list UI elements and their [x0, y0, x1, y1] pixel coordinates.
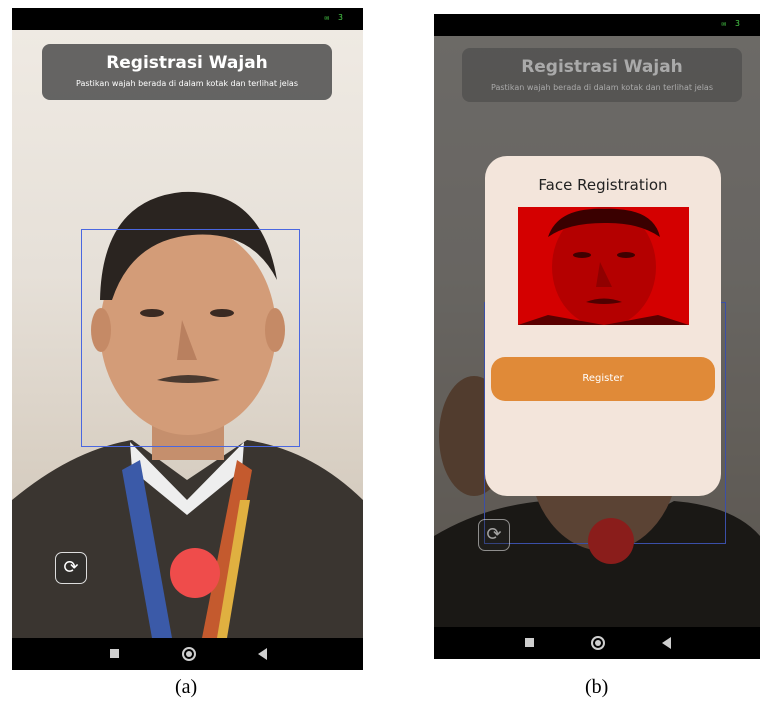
nav-bar: [12, 638, 363, 670]
home-icon[interactable]: [181, 647, 196, 661]
caption-a: (a): [175, 676, 198, 698]
switch-camera-icon: ⟳: [486, 524, 502, 545]
back-icon[interactable]: [662, 637, 672, 649]
header-box: Registrasi Wajah Pastikan wajah berada d…: [462, 48, 742, 102]
home-icon[interactable]: [591, 636, 605, 650]
switch-camera-icon: ⟳: [63, 557, 79, 578]
camera-preview: Registrasi Wajah Pastikan wajah berada d…: [12, 30, 363, 638]
switch-camera-button[interactable]: ⟳: [55, 552, 87, 584]
recents-icon[interactable]: [110, 649, 120, 658]
caption-b: (b): [585, 676, 609, 698]
face-detection-box: [81, 229, 300, 447]
phone-screen-a: ✉ 3 Registrasi Wajah Pastikan wajah bera…: [12, 8, 363, 670]
face-preview-image: [518, 207, 689, 325]
status-bar: ✉ 3: [434, 14, 760, 36]
switch-camera-button[interactable]: ⟳: [478, 519, 510, 551]
header-title: Registrasi Wajah: [521, 57, 683, 77]
status-icons: ✉ 3: [324, 13, 345, 22]
status-bar: ✉ 3: [12, 8, 363, 30]
dialog-title: Face Registration: [538, 176, 668, 194]
header-title: Registrasi Wajah: [106, 53, 268, 73]
face-preview-photo: [518, 207, 689, 325]
recents-icon[interactable]: [525, 638, 535, 647]
header-box: Registrasi Wajah Pastikan wajah berada d…: [42, 44, 332, 100]
header-subtitle: Pastikan wajah berada di dalam kotak dan…: [490, 83, 714, 92]
capture-button[interactable]: [588, 518, 634, 564]
capture-button[interactable]: [170, 548, 220, 598]
back-icon[interactable]: [257, 648, 267, 660]
header-subtitle: Pastikan wajah berada di dalam kotak dan…: [75, 79, 299, 88]
status-icons: ✉ 3: [721, 19, 742, 28]
register-button[interactable]: Register: [491, 357, 715, 401]
nav-bar: [434, 627, 760, 659]
face-registration-dialog: Face Registration Register: [485, 156, 721, 496]
phone-screen-b: ✉ 3 Registrasi Wajah Pastikan wajah bera…: [434, 14, 760, 659]
